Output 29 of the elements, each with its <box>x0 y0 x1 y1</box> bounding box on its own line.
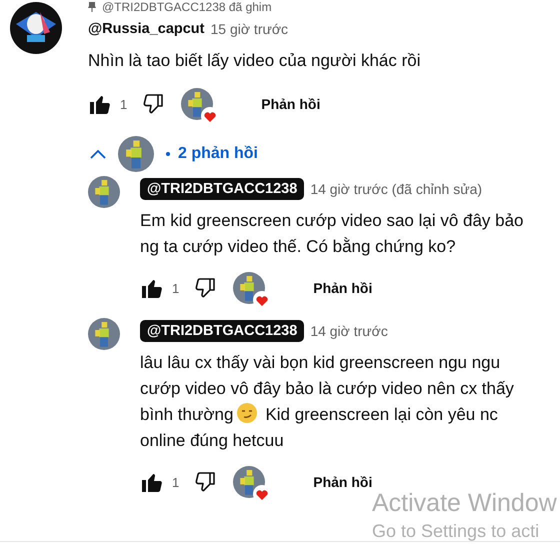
thumbs-down-icon[interactable] <box>141 92 166 116</box>
comment-text: lâu lâu cx thấy vài bọn kid greenscreen ngu ngu cướp video vô đây bảo là cướp video nên cx thấy bình thường Kid greenscreen lại còn yêu nc online đúng hetcuu <box>140 352 515 452</box>
thumbs-down-icon[interactable] <box>193 276 218 300</box>
comment-time: 14 giờ trước (đã chỉnh sửa) <box>310 181 482 197</box>
pinned-label: @TRI2DBTGACC1238 đã ghim <box>102 0 272 14</box>
reply-button[interactable]: Phản hồi <box>301 272 384 304</box>
author-name[interactable]: @TRI2DBTGACC1238 <box>140 320 304 342</box>
like-count: 1 <box>172 280 180 296</box>
pin-icon <box>88 2 96 12</box>
reply-button[interactable]: Phản hồi <box>249 88 332 120</box>
activation-notice: Go to Settings to acti <box>372 520 540 543</box>
author-name[interactable]: @Russia_capcut <box>88 21 204 37</box>
smirk-emoji-icon <box>237 403 258 423</box>
comment-time: 15 giờ trước <box>210 21 288 37</box>
thumbs-down-icon[interactable] <box>193 470 218 494</box>
comment-text: Nhìn là tao biết lấy video của người khác rồi <box>88 50 422 72</box>
like-count: 1 <box>120 96 128 112</box>
like-count: 1 <box>172 474 180 490</box>
replies-toggle[interactable]: 2 phản hồi <box>178 145 258 163</box>
avatar <box>88 318 120 350</box>
comment-time: 14 giờ trước <box>310 323 388 339</box>
avatar <box>10 2 62 54</box>
activation-notice: Activate Window <box>372 488 557 518</box>
avatar <box>118 136 154 172</box>
avatar <box>88 176 120 208</box>
chevron-up-icon[interactable] <box>90 149 106 159</box>
author-name[interactable]: @TRI2DBTGACC1238 <box>140 178 304 200</box>
comment-text: Em kid greenscreen cướp video sao lại vô đây bảo ng ta cướp video thế. Có bằng chứng ko? <box>140 210 525 258</box>
separator-dot <box>166 152 170 156</box>
